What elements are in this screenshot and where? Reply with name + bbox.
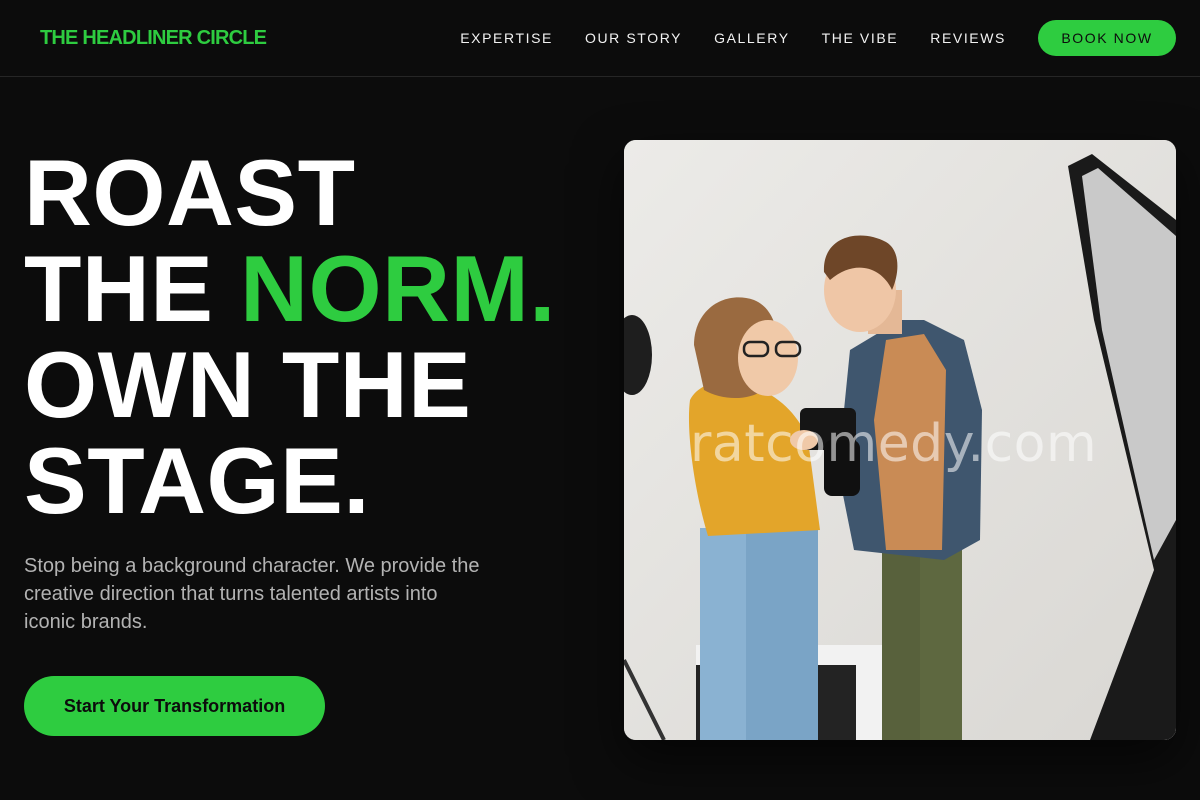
watermark-text: ratcomedy.com [690, 414, 1098, 474]
hero-title-line-3: OWN THE [24, 332, 472, 437]
book-now-button[interactable]: BOOK NOW [1038, 20, 1176, 56]
brand-logo[interactable]: THE HEADLINER CIRCLE [40, 26, 267, 50]
nav-link-reviews[interactable]: REVIEWS [930, 30, 1006, 46]
hero-title-line-4: STAGE. [24, 428, 370, 533]
main-nav: EXPERTISE OUR STORY GALLERY THE VIBE REV… [460, 20, 1176, 56]
nav-link-gallery[interactable]: GALLERY [714, 30, 790, 46]
woman-jeans-right [746, 528, 818, 740]
hero-photo: ratcomedy.com [624, 140, 1176, 740]
nav-link-our-story[interactable]: OUR STORY [585, 30, 682, 46]
man-pants-left [882, 540, 922, 740]
start-transformation-button[interactable]: Start Your Transformation [24, 676, 325, 736]
woman-jeans-left [700, 528, 748, 740]
nav-link-the-vibe[interactable]: THE VIBE [822, 30, 899, 46]
woman-face [738, 320, 798, 396]
hero-title-line-2-plain: THE [24, 236, 241, 341]
nav-link-expertise[interactable]: EXPERTISE [460, 30, 553, 46]
hero-subtitle: Stop being a background character. We pr… [24, 555, 480, 633]
hero-title-line-1: ROAST [24, 140, 356, 245]
man-pants-right [920, 540, 962, 740]
site-header: THE HEADLINER CIRCLE EXPERTISE OUR STORY… [0, 0, 1200, 77]
hero-title-line-2: THE NORM. [24, 241, 604, 337]
hero-title-accent: NORM. [240, 236, 556, 341]
hero-title: ROAST THE NORM. OWN THE STAGE. [24, 145, 604, 529]
